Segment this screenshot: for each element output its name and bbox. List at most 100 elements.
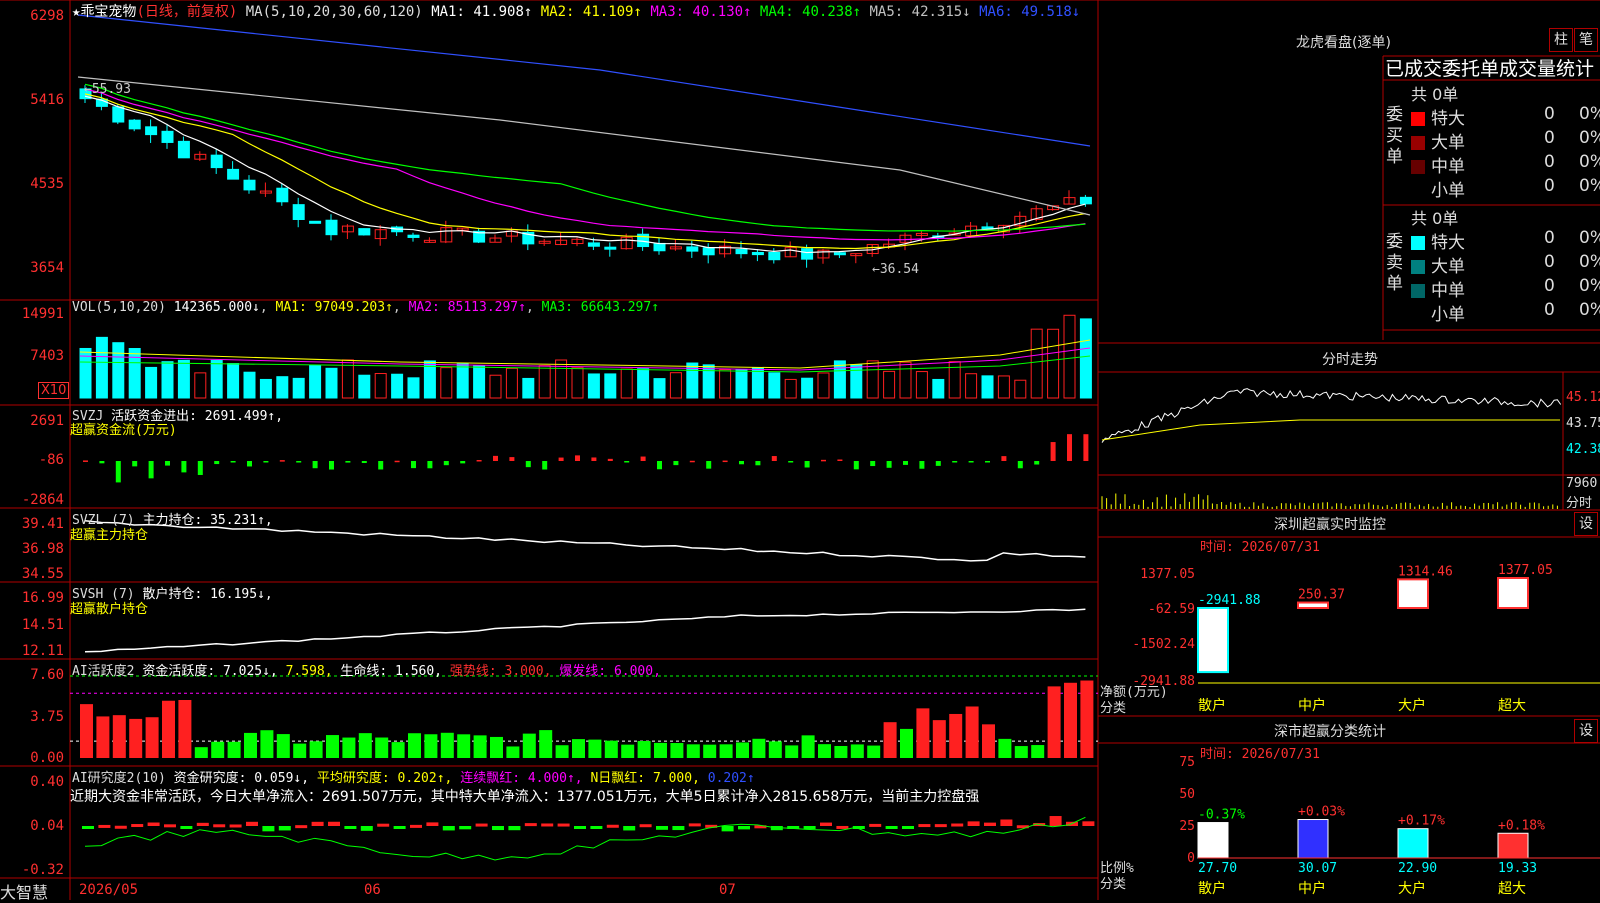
buy-row-pct: 0% <box>1579 128 1600 148</box>
ai-research-l5: 0.202↑ <box>707 771 755 786</box>
activity-bar <box>473 735 487 758</box>
volume-bar <box>177 359 190 399</box>
stat-bar-value: 19.33 <box>1498 861 1537 876</box>
activity-bar <box>719 744 733 758</box>
monitor-bar <box>1497 577 1529 609</box>
stat-delta: +0.18% <box>1498 818 1545 833</box>
volume-bar <box>784 378 797 399</box>
activity-bar <box>194 747 208 758</box>
research-bar <box>344 826 357 829</box>
research-bar <box>492 826 504 831</box>
intraday-avg-line <box>1101 419 1560 441</box>
monitor-settings-button[interactable]: 设 <box>1574 512 1598 536</box>
research-bar <box>672 826 685 831</box>
fund-flow-bar <box>1034 461 1040 465</box>
color-swatch <box>1411 236 1425 250</box>
fund-flow-bar <box>378 461 384 470</box>
activity-bar <box>440 732 454 758</box>
fund-flow-bar <box>460 461 466 464</box>
ma-value-3: MA3: 40.130↑ <box>641 4 752 20</box>
activity-bar <box>539 730 553 758</box>
activity-bar <box>293 743 307 758</box>
sell-row: 中单 0 0% <box>1411 276 1600 301</box>
activity-bar <box>506 746 520 758</box>
trade-stat-title[interactable]: 已成交委托单成交量统计 <box>1385 54 1600 81</box>
sell-row-name: 特大 <box>1431 233 1465 253</box>
ma3-line <box>84 88 1086 241</box>
activity-bar <box>112 715 126 758</box>
research-bar <box>360 826 373 831</box>
activity-bar <box>1064 682 1077 758</box>
buy-orders-label: 委买单 <box>1386 105 1403 167</box>
research-bar <box>803 826 816 829</box>
chart-canvas[interactable]: -2941.88 散户 250.37 中户 1314.46 大户 1377.05 超大 1377… <box>0 0 1600 900</box>
research-bar <box>393 826 406 829</box>
stat-xlabel: 分类 <box>1100 877 1127 892</box>
research-bar <box>1049 816 1062 826</box>
fund-flow-bar <box>640 456 646 461</box>
fund-flow-bar <box>821 459 826 462</box>
activity-bar <box>358 733 372 758</box>
volume-bar <box>883 370 896 399</box>
stat-settings-button[interactable]: 设 <box>1574 719 1598 743</box>
candle-body <box>801 248 814 260</box>
research-bar <box>524 823 537 827</box>
fund-flow-bar <box>771 456 777 461</box>
buy-total: 共 0单 <box>1411 85 1459 104</box>
activity-bar <box>818 744 831 758</box>
volume-bar <box>817 372 830 399</box>
ai-research-title: AI研究度2(10) <box>72 771 166 786</box>
price-high-annotation: ←55.93 <box>84 82 131 97</box>
column-view-button[interactable]: 柱 <box>1549 28 1573 52</box>
fund-flow-bar <box>115 461 121 483</box>
candle-body <box>227 168 240 180</box>
ai-research-header: AI研究度2(10) 资金研究度: 0.059↓, 平均研究度: 0.202↑,… <box>72 767 755 786</box>
ai-research-l3: 连续飘红: 4.000↑, <box>460 771 583 786</box>
stat-bar <box>1197 822 1229 859</box>
volume-bar <box>1030 328 1043 399</box>
buy-row: 特大 0 0% <box>1411 104 1600 129</box>
volume-ma1: MA1: 97049.203↑ <box>275 300 393 315</box>
color-swatch <box>1411 136 1425 150</box>
price-low-annotation: ←36.54 <box>872 262 919 277</box>
fund-flow-bar <box>985 461 990 463</box>
brand-logo: 大智慧 <box>0 883 49 902</box>
svzj-tick: -2864 <box>21 492 64 508</box>
ai-active-l5: 爆发线: 6.000, <box>559 664 661 679</box>
intraday-tick: 45.12 <box>1566 390 1600 405</box>
research-bar <box>721 826 734 832</box>
fund-flow-bar <box>657 461 662 470</box>
volume-bar <box>243 371 256 399</box>
volume-bar <box>161 361 174 399</box>
activity-bar <box>1031 745 1045 758</box>
volume-bar <box>653 378 666 399</box>
stat-tick: 25 <box>1179 819 1195 834</box>
fund-flow-bar <box>624 461 630 463</box>
sell-row-count: 0 <box>1544 276 1555 296</box>
ma-value-1: MA1: 41.908↑ <box>431 4 533 20</box>
buy-row: 中单 0 0% <box>1411 152 1600 177</box>
tick-view-button[interactable]: 笔 <box>1574 28 1598 52</box>
ma4-line <box>84 83 1086 232</box>
candle-body <box>587 242 600 247</box>
fund-flow-bar <box>935 461 941 466</box>
fund-flow-bar <box>361 461 367 464</box>
sell-row-count: 0 <box>1544 252 1555 272</box>
research-bar <box>229 824 242 828</box>
activity-bar <box>129 718 143 758</box>
research-bar <box>951 823 964 827</box>
sell-row-pct: 0% <box>1579 252 1600 272</box>
ai-active-l4: 强势线: 3.000, <box>449 664 552 679</box>
volume-bar <box>259 378 272 399</box>
research-bar <box>902 826 914 829</box>
fund-flow-bar <box>607 458 613 461</box>
monitor-bar <box>1297 601 1329 610</box>
research-bar <box>164 824 176 828</box>
volume-bar <box>456 363 469 399</box>
fund-flow-bar <box>837 459 843 461</box>
volume-ma2: MA2: 85113.297↑ <box>408 300 526 315</box>
research-bar <box>426 822 439 826</box>
period-mode[interactable]: (日线，前复权) <box>136 4 237 20</box>
volume-bar <box>850 364 863 399</box>
activity-bar <box>96 716 110 758</box>
